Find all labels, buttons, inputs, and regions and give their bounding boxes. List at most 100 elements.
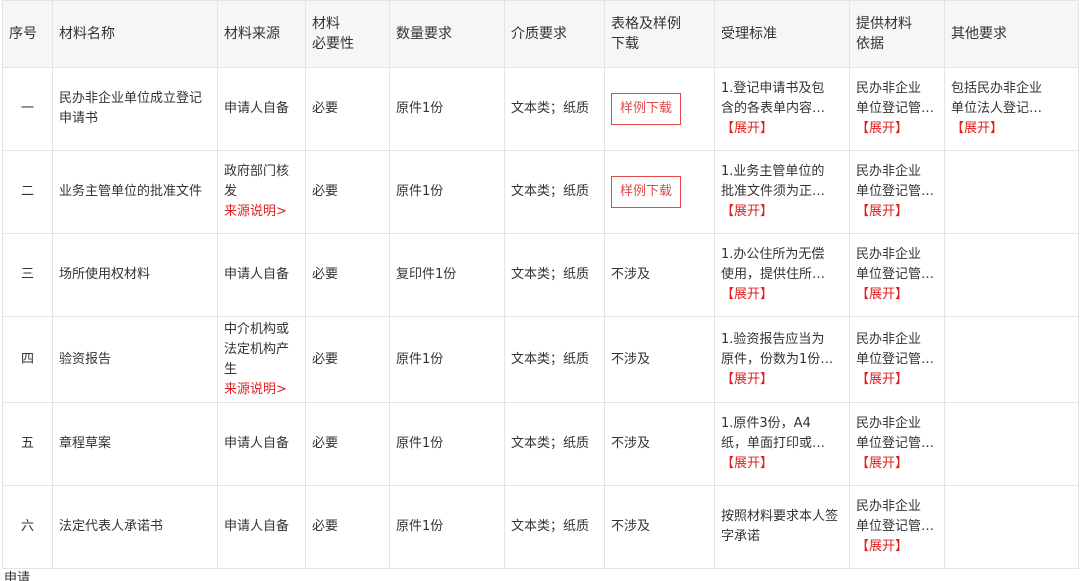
source-note-link[interactable]: 来源说明>: [224, 380, 299, 400]
other-cell: [944, 402, 1079, 486]
basis-expand-link[interactable]: 【展开】: [856, 537, 938, 557]
material-necessity: 必要: [305, 402, 390, 486]
standard-line1: 1.验资报告应当为: [721, 331, 825, 347]
standard-cell: 1.登记申请书及包 含的各表单内容… 【展开】: [714, 67, 850, 151]
standard-line2: 批准文件须为正…: [721, 184, 826, 199]
basis-line2: 单位登记管…: [856, 101, 935, 116]
material-medium: 文本类；纸质: [504, 485, 605, 569]
header-index: 序号: [2, 0, 53, 68]
material-source-text: 政府部门核发: [224, 164, 290, 199]
download-cell: 不涉及: [604, 485, 715, 569]
basis-line2: 单位登记管…: [856, 267, 935, 282]
standard-expand-link[interactable]: 【展开】: [721, 370, 843, 390]
materials-page: 序号 材料名称 材料来源 材料 必要性 数量要求 介质要求 表格及样例 下载 受…: [0, 0, 1080, 581]
material-quantity: 原件1份: [389, 485, 505, 569]
header-necessity-line2: 必要性: [312, 36, 354, 52]
row-index: 六: [2, 485, 53, 569]
standard-expand-link[interactable]: 【展开】: [721, 454, 843, 474]
materials-table: 序号 材料名称 材料来源 材料 必要性 数量要求 介质要求 表格及样例 下载 受…: [2, 0, 1079, 569]
standard-line2: 原件，份数为1份…: [721, 351, 834, 367]
source-note-link[interactable]: 来源说明>: [224, 202, 299, 222]
basis-line2: 单位登记管…: [856, 351, 935, 367]
row-index: 三: [2, 233, 53, 317]
basis-line1: 民办非企业: [856, 81, 922, 96]
basis-line2: 单位登记管…: [856, 184, 935, 199]
other-cell: [944, 233, 1079, 317]
standard-line2: 使用，提供住所…: [721, 267, 826, 282]
basis-cell: 民办非企业 单位登记管… 【展开】: [849, 485, 945, 569]
row-index: 五: [2, 402, 53, 486]
basis-expand-link[interactable]: 【展开】: [856, 202, 938, 222]
header-download: 表格及样例 下载: [604, 0, 715, 68]
basis-expand-link[interactable]: 【展开】: [856, 285, 938, 305]
material-source-text: 中介机构或法定机构产生: [224, 321, 290, 377]
table-row: 五 章程草案 申请人自备 必要 原件1份 文本类；纸质 不涉及 1.原件3份，A…: [2, 402, 1079, 486]
download-cell: 样例下载: [604, 67, 715, 151]
material-source: 中介机构或法定机构产生 来源说明>: [217, 316, 306, 403]
basis-cell: 民办非企业 单位登记管… 【展开】: [849, 233, 945, 317]
sample-download-button[interactable]: 样例下载: [611, 176, 682, 208]
basis-line1: 民办非企业: [856, 499, 922, 514]
material-quantity: 原件1份: [389, 67, 505, 151]
other-line2: 单位法人登记…: [951, 101, 1043, 116]
material-medium: 文本类；纸质: [504, 150, 605, 234]
table-row: 四 验资报告 中介机构或法定机构产生 来源说明> 必要 原件1份 文本类；纸质 …: [2, 316, 1079, 403]
material-medium: 文本类；纸质: [504, 233, 605, 317]
standard-cell: 按照材料要求本人签字承诺: [714, 485, 850, 569]
download-cell: 不涉及: [604, 402, 715, 486]
material-medium: 文本类；纸质: [504, 67, 605, 151]
material-necessity: 必要: [305, 233, 390, 317]
material-source: 申请人自备: [217, 402, 306, 486]
other-cell: [944, 316, 1079, 403]
basis-line1: 民办非企业: [856, 331, 922, 347]
standard-line2: 纸，单面打印或…: [721, 436, 826, 451]
standard-line2: 含的各表单内容…: [721, 101, 826, 116]
basis-cell: 民办非企业 单位登记管… 【展开】: [849, 150, 945, 234]
material-source: 申请人自备: [217, 67, 306, 151]
material-quantity: 原件1份: [389, 316, 505, 403]
basis-line2: 单位登记管…: [856, 436, 935, 451]
material-quantity: 复印件1份: [389, 233, 505, 317]
material-necessity: 必要: [305, 485, 390, 569]
header-material-name: 材料名称: [52, 0, 218, 68]
table-row: 一 民办非企业单位成立登记申请书 申请人自备 必要 原件1份 文本类；纸质 样例…: [2, 67, 1079, 151]
basis-expand-link[interactable]: 【展开】: [856, 454, 938, 474]
material-medium: 文本类；纸质: [504, 402, 605, 486]
other-line1: 包括民办非企业: [951, 81, 1043, 96]
standard-expand-link[interactable]: 【展开】: [721, 285, 843, 305]
standard-cell: 1.验资报告应当为 原件，份数为1份… 【展开】: [714, 316, 850, 403]
sample-download-button[interactable]: 样例下载: [611, 93, 682, 125]
basis-line2: 单位登记管…: [856, 519, 935, 534]
download-cell: 样例下载: [604, 150, 715, 234]
header-material-source: 材料来源: [217, 0, 306, 68]
other-cell: [944, 485, 1079, 569]
table-row: 二 业务主管单位的批准文件 政府部门核发 来源说明> 必要 原件1份 文本类；纸…: [2, 150, 1079, 234]
material-source: 申请人自备: [217, 485, 306, 569]
material-medium: 文本类；纸质: [504, 316, 605, 403]
table-header: 序号 材料名称 材料来源 材料 必要性 数量要求 介质要求 表格及样例 下载 受…: [2, 0, 1079, 68]
other-cell: 包括民办非企业 单位法人登记… 【展开】: [944, 67, 1079, 151]
header-basis: 提供材料 依据: [849, 0, 945, 68]
standard-line1: 1.办公住所为无偿: [721, 247, 825, 262]
standard-expand-link[interactable]: 【展开】: [721, 119, 843, 139]
standard-line1: 1.登记申请书及包: [721, 81, 825, 96]
basis-line1: 民办非企业: [856, 416, 922, 431]
other-expand-link[interactable]: 【展开】: [951, 119, 1072, 139]
standard-expand-link[interactable]: 【展开】: [721, 202, 843, 222]
row-index: 一: [2, 67, 53, 151]
basis-expand-link[interactable]: 【展开】: [856, 370, 938, 390]
standard-cell: 1.业务主管单位的 批准文件须为正… 【展开】: [714, 150, 850, 234]
standard-cell: 1.原件3份，A4 纸，单面打印或… 【展开】: [714, 402, 850, 486]
header-medium: 介质要求: [504, 0, 605, 68]
material-name: 章程草案: [52, 402, 218, 486]
header-necessity-line1: 材料: [312, 16, 340, 32]
basis-expand-link[interactable]: 【展开】: [856, 119, 938, 139]
basis-cell: 民办非企业 单位登记管… 【展开】: [849, 316, 945, 403]
material-quantity: 原件1份: [389, 402, 505, 486]
material-name: 验资报告: [52, 316, 218, 403]
other-cell: [944, 150, 1079, 234]
material-name: 民办非企业单位成立登记申请书: [52, 67, 218, 151]
header-basis-line2: 依据: [856, 36, 884, 52]
basis-line1: 民办非企业: [856, 164, 922, 179]
table-body: 一 民办非企业单位成立登记申请书 申请人自备 必要 原件1份 文本类；纸质 样例…: [2, 67, 1079, 569]
